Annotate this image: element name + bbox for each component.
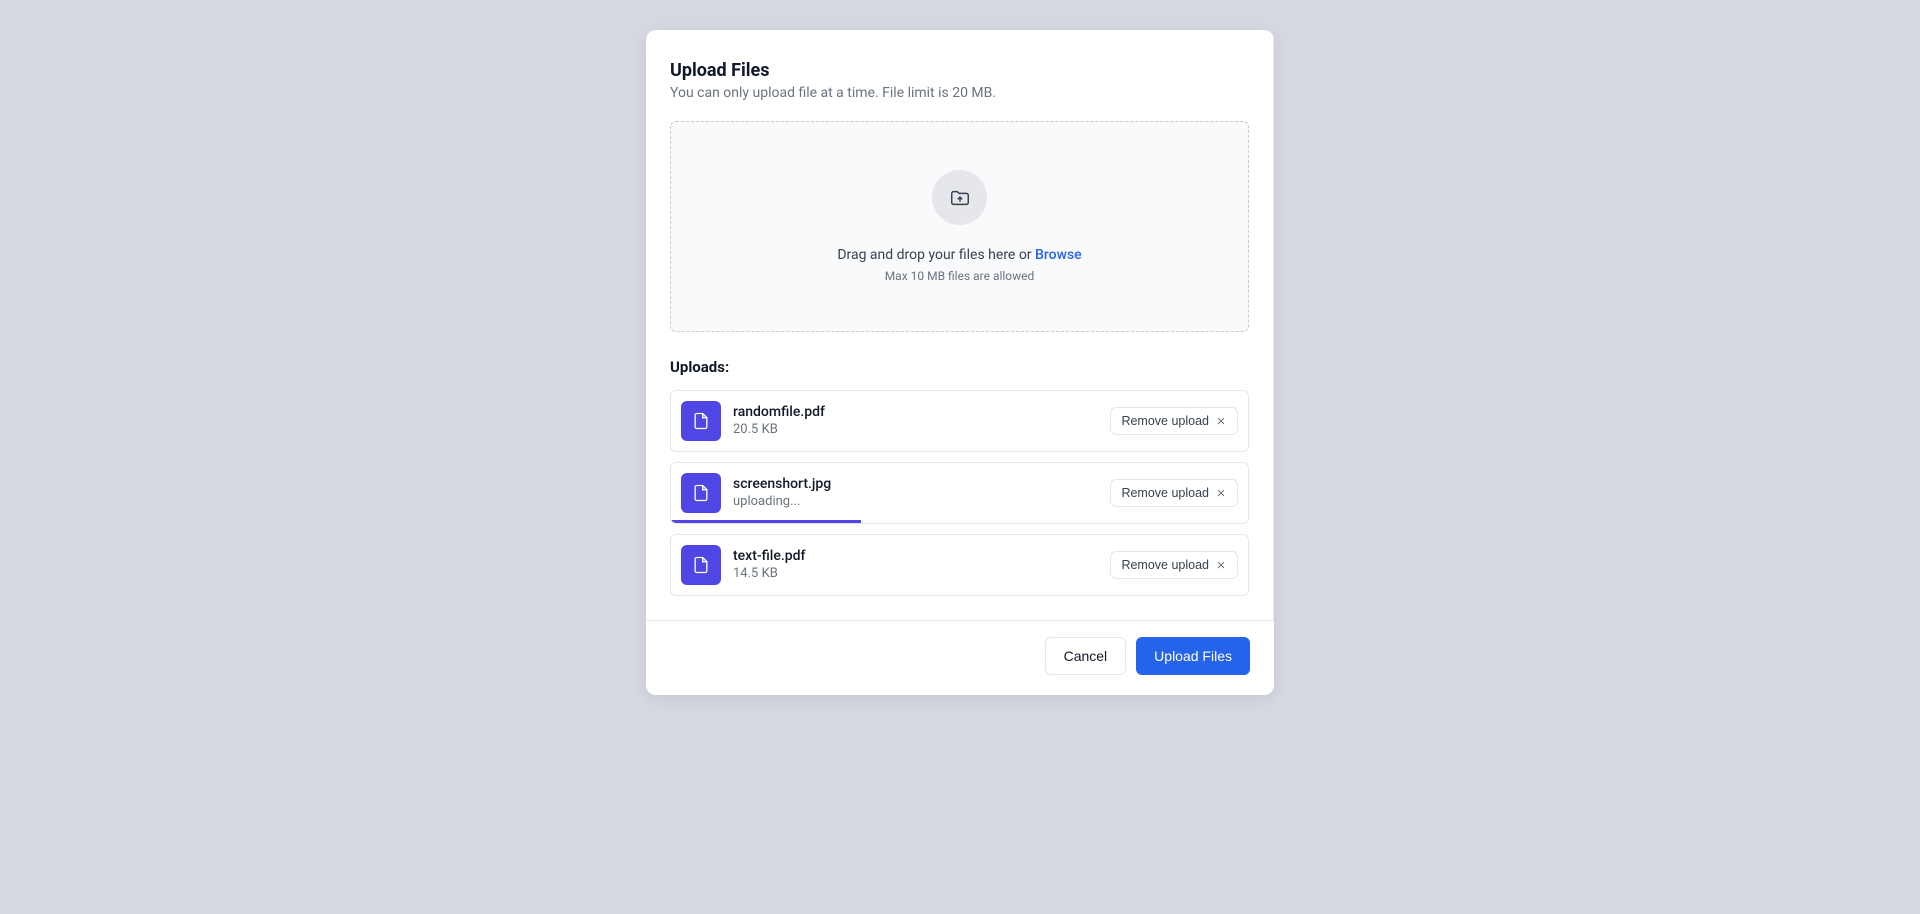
file-size: 20.5 KB <box>733 422 1110 439</box>
dropzone-text-prefix: Drag and drop your files here or <box>837 247 1035 263</box>
file-info: screenshort.jpg uploading... <box>733 475 1110 510</box>
cancel-button[interactable]: Cancel <box>1045 637 1127 675</box>
remove-upload-label: Remove upload <box>1121 558 1209 572</box>
dropzone[interactable]: Drag and drop your files here or Browse … <box>670 121 1249 332</box>
file-size: 14.5 KB <box>733 566 1110 583</box>
file-info: text-file.pdf 14.5 KB <box>733 547 1110 582</box>
modal-title: Upload Files <box>670 60 1249 81</box>
close-icon <box>1215 487 1227 499</box>
upload-item: text-file.pdf 14.5 KB Remove upload <box>670 534 1249 596</box>
dropzone-text: Drag and drop your files here or Browse <box>837 247 1081 263</box>
remove-upload-button[interactable]: Remove upload <box>1110 479 1238 507</box>
upload-progress-bar <box>671 520 861 523</box>
remove-upload-label: Remove upload <box>1121 486 1209 500</box>
close-icon <box>1215 415 1227 427</box>
file-name: randomfile.pdf <box>733 403 1110 421</box>
upload-item: screenshort.jpg uploading... Remove uplo… <box>670 462 1249 524</box>
file-name: text-file.pdf <box>733 547 1110 565</box>
file-icon <box>681 401 721 441</box>
file-icon <box>681 473 721 513</box>
upload-item: randomfile.pdf 20.5 KB Remove upload <box>670 390 1249 452</box>
browse-link[interactable]: Browse <box>1035 247 1082 263</box>
file-info: randomfile.pdf 20.5 KB <box>733 403 1110 438</box>
uploads-list: randomfile.pdf 20.5 KB Remove upload scr… <box>670 390 1249 596</box>
remove-upload-button[interactable]: Remove upload <box>1110 551 1238 579</box>
file-status: uploading... <box>733 494 1110 511</box>
uploads-title: Uploads: <box>670 358 1249 376</box>
modal-footer: Cancel Upload Files <box>646 620 1274 695</box>
file-name: screenshort.jpg <box>733 475 1110 493</box>
upload-files-button[interactable]: Upload Files <box>1136 637 1250 675</box>
close-icon <box>1215 559 1227 571</box>
dropzone-hint: Max 10 MB files are allowed <box>885 269 1035 283</box>
file-icon <box>681 545 721 585</box>
modal-body: Upload Files You can only upload file at… <box>646 30 1274 620</box>
modal-subtitle: You can only upload file at a time. File… <box>670 85 1249 101</box>
remove-upload-button[interactable]: Remove upload <box>1110 407 1238 435</box>
remove-upload-label: Remove upload <box>1121 414 1209 428</box>
upload-modal: Upload Files You can only upload file at… <box>646 30 1274 695</box>
upload-folder-icon <box>932 170 987 225</box>
